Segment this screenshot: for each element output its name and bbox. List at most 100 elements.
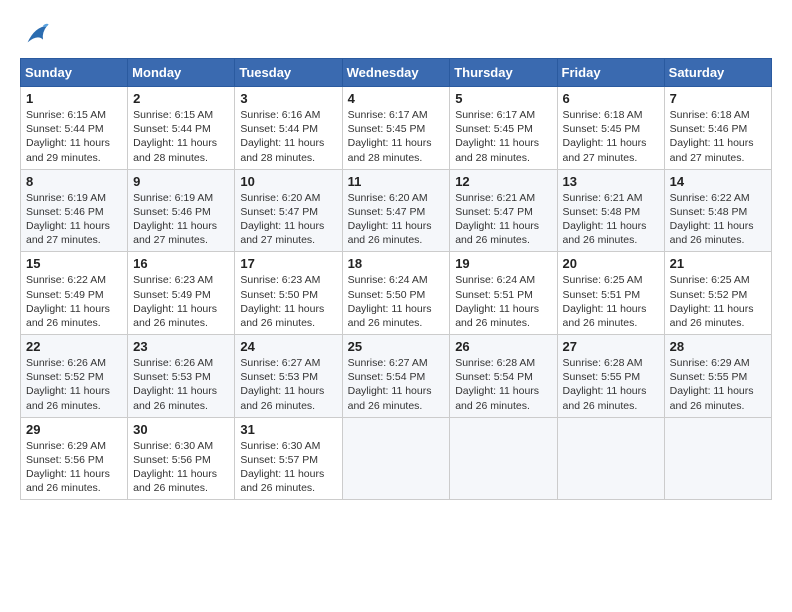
calendar-cell: 29 Sunrise: 6:29 AMSunset: 5:56 PMDaylig… [21,417,128,500]
calendar-cell: 11 Sunrise: 6:20 AMSunset: 5:47 PMDaylig… [342,169,450,252]
day-number: 1 [26,91,122,106]
day-info: Sunrise: 6:27 AMSunset: 5:54 PMDaylight:… [348,357,432,412]
calendar-cell [664,417,771,500]
day-number: 28 [670,339,766,354]
day-info: Sunrise: 6:15 AMSunset: 5:44 PMDaylight:… [26,109,110,164]
day-info: Sunrise: 6:29 AMSunset: 5:55 PMDaylight:… [670,357,754,412]
calendar-cell: 15 Sunrise: 6:22 AMSunset: 5:49 PMDaylig… [21,252,128,335]
day-number: 23 [133,339,229,354]
day-info: Sunrise: 6:19 AMSunset: 5:46 PMDaylight:… [133,192,217,247]
calendar-cell: 19 Sunrise: 6:24 AMSunset: 5:51 PMDaylig… [450,252,557,335]
calendar-cell: 30 Sunrise: 6:30 AMSunset: 5:56 PMDaylig… [128,417,235,500]
day-number: 30 [133,422,229,437]
header [20,20,772,48]
day-info: Sunrise: 6:19 AMSunset: 5:46 PMDaylight:… [26,192,110,247]
calendar-week-1: 1 Sunrise: 6:15 AMSunset: 5:44 PMDayligh… [21,87,772,170]
calendar-cell: 17 Sunrise: 6:23 AMSunset: 5:50 PMDaylig… [235,252,342,335]
column-header-friday: Friday [557,59,664,87]
day-number: 16 [133,256,229,271]
calendar-week-4: 22 Sunrise: 6:26 AMSunset: 5:52 PMDaylig… [21,335,772,418]
column-header-wednesday: Wednesday [342,59,450,87]
day-info: Sunrise: 6:16 AMSunset: 5:44 PMDaylight:… [240,109,324,164]
day-number: 20 [563,256,659,271]
calendar-cell: 2 Sunrise: 6:15 AMSunset: 5:44 PMDayligh… [128,87,235,170]
day-number: 18 [348,256,445,271]
day-number: 4 [348,91,445,106]
calendar-cell: 8 Sunrise: 6:19 AMSunset: 5:46 PMDayligh… [21,169,128,252]
day-info: Sunrise: 6:26 AMSunset: 5:53 PMDaylight:… [133,357,217,412]
calendar-table: SundayMondayTuesdayWednesdayThursdayFrid… [20,58,772,500]
day-number: 7 [670,91,766,106]
day-number: 5 [455,91,551,106]
day-info: Sunrise: 6:17 AMSunset: 5:45 PMDaylight:… [348,109,432,164]
day-info: Sunrise: 6:26 AMSunset: 5:52 PMDaylight:… [26,357,110,412]
day-number: 6 [563,91,659,106]
day-info: Sunrise: 6:29 AMSunset: 5:56 PMDaylight:… [26,440,110,495]
calendar-cell: 5 Sunrise: 6:17 AMSunset: 5:45 PMDayligh… [450,87,557,170]
day-info: Sunrise: 6:20 AMSunset: 5:47 PMDaylight:… [240,192,324,247]
day-info: Sunrise: 6:23 AMSunset: 5:50 PMDaylight:… [240,274,324,329]
calendar-cell: 26 Sunrise: 6:28 AMSunset: 5:54 PMDaylig… [450,335,557,418]
calendar-header-row: SundayMondayTuesdayWednesdayThursdayFrid… [21,59,772,87]
day-info: Sunrise: 6:20 AMSunset: 5:47 PMDaylight:… [348,192,432,247]
day-info: Sunrise: 6:27 AMSunset: 5:53 PMDaylight:… [240,357,324,412]
day-info: Sunrise: 6:18 AMSunset: 5:45 PMDaylight:… [563,109,647,164]
day-number: 26 [455,339,551,354]
calendar-cell [450,417,557,500]
calendar-week-2: 8 Sunrise: 6:19 AMSunset: 5:46 PMDayligh… [21,169,772,252]
day-info: Sunrise: 6:15 AMSunset: 5:44 PMDaylight:… [133,109,217,164]
column-header-sunday: Sunday [21,59,128,87]
day-number: 19 [455,256,551,271]
day-info: Sunrise: 6:21 AMSunset: 5:48 PMDaylight:… [563,192,647,247]
day-number: 15 [26,256,122,271]
day-number: 27 [563,339,659,354]
logo [20,20,50,48]
calendar-cell: 13 Sunrise: 6:21 AMSunset: 5:48 PMDaylig… [557,169,664,252]
day-info: Sunrise: 6:30 AMSunset: 5:56 PMDaylight:… [133,440,217,495]
day-number: 8 [26,174,122,189]
day-info: Sunrise: 6:22 AMSunset: 5:49 PMDaylight:… [26,274,110,329]
day-info: Sunrise: 6:30 AMSunset: 5:57 PMDaylight:… [240,440,324,495]
day-info: Sunrise: 6:25 AMSunset: 5:51 PMDaylight:… [563,274,647,329]
day-info: Sunrise: 6:24 AMSunset: 5:50 PMDaylight:… [348,274,432,329]
day-info: Sunrise: 6:28 AMSunset: 5:54 PMDaylight:… [455,357,539,412]
calendar-cell: 28 Sunrise: 6:29 AMSunset: 5:55 PMDaylig… [664,335,771,418]
day-number: 13 [563,174,659,189]
calendar-cell: 21 Sunrise: 6:25 AMSunset: 5:52 PMDaylig… [664,252,771,335]
day-info: Sunrise: 6:28 AMSunset: 5:55 PMDaylight:… [563,357,647,412]
calendar-cell: 9 Sunrise: 6:19 AMSunset: 5:46 PMDayligh… [128,169,235,252]
column-header-monday: Monday [128,59,235,87]
calendar-cell: 18 Sunrise: 6:24 AMSunset: 5:50 PMDaylig… [342,252,450,335]
column-header-saturday: Saturday [664,59,771,87]
calendar-cell: 16 Sunrise: 6:23 AMSunset: 5:49 PMDaylig… [128,252,235,335]
day-number: 24 [240,339,336,354]
day-info: Sunrise: 6:18 AMSunset: 5:46 PMDaylight:… [670,109,754,164]
day-number: 25 [348,339,445,354]
day-info: Sunrise: 6:23 AMSunset: 5:49 PMDaylight:… [133,274,217,329]
calendar-cell: 3 Sunrise: 6:16 AMSunset: 5:44 PMDayligh… [235,87,342,170]
calendar-cell: 1 Sunrise: 6:15 AMSunset: 5:44 PMDayligh… [21,87,128,170]
calendar-cell: 4 Sunrise: 6:17 AMSunset: 5:45 PMDayligh… [342,87,450,170]
calendar-cell: 12 Sunrise: 6:21 AMSunset: 5:47 PMDaylig… [450,169,557,252]
calendar-cell [557,417,664,500]
calendar-cell: 25 Sunrise: 6:27 AMSunset: 5:54 PMDaylig… [342,335,450,418]
day-info: Sunrise: 6:24 AMSunset: 5:51 PMDaylight:… [455,274,539,329]
day-number: 14 [670,174,766,189]
day-number: 17 [240,256,336,271]
calendar-cell: 20 Sunrise: 6:25 AMSunset: 5:51 PMDaylig… [557,252,664,335]
day-info: Sunrise: 6:21 AMSunset: 5:47 PMDaylight:… [455,192,539,247]
day-number: 21 [670,256,766,271]
calendar-cell [342,417,450,500]
calendar-week-3: 15 Sunrise: 6:22 AMSunset: 5:49 PMDaylig… [21,252,772,335]
calendar-week-5: 29 Sunrise: 6:29 AMSunset: 5:56 PMDaylig… [21,417,772,500]
day-info: Sunrise: 6:22 AMSunset: 5:48 PMDaylight:… [670,192,754,247]
column-header-thursday: Thursday [450,59,557,87]
day-number: 9 [133,174,229,189]
column-header-tuesday: Tuesday [235,59,342,87]
calendar-cell: 27 Sunrise: 6:28 AMSunset: 5:55 PMDaylig… [557,335,664,418]
day-number: 11 [348,174,445,189]
day-number: 2 [133,91,229,106]
calendar-cell: 14 Sunrise: 6:22 AMSunset: 5:48 PMDaylig… [664,169,771,252]
day-number: 29 [26,422,122,437]
day-number: 12 [455,174,551,189]
